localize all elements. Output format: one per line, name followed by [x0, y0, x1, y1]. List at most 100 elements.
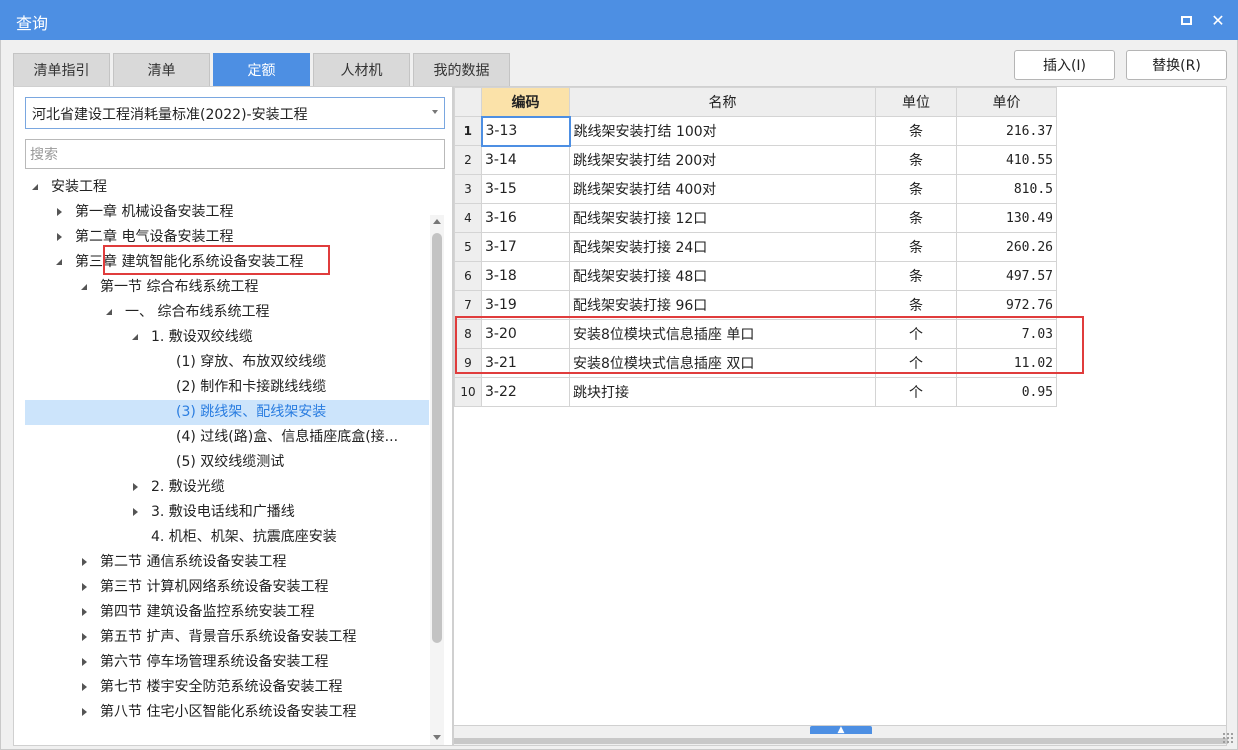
row-number[interactable]: 9	[454, 348, 482, 378]
unit-cell[interactable]: 条	[875, 145, 957, 175]
unit-cell[interactable]: 条	[875, 203, 957, 233]
tree-item[interactable]: 第二节 通信系统设备安装工程	[25, 550, 429, 575]
code-cell[interactable]: 3-19	[481, 290, 570, 320]
name-cell[interactable]: 安装8位模块式信息插座 双口	[569, 348, 876, 378]
search-input[interactable]	[25, 139, 445, 169]
unit-cell[interactable]: 条	[875, 232, 957, 262]
price-cell[interactable]: 410.55	[956, 145, 1057, 175]
row-number[interactable]: 5	[454, 232, 482, 262]
column-header-name[interactable]: 名称	[569, 87, 876, 117]
price-cell[interactable]: 11.02	[956, 348, 1057, 378]
tree-item[interactable]: 第三节 计算机网络系统设备安装工程	[25, 575, 429, 600]
unit-cell[interactable]: 个	[875, 377, 957, 407]
tab-my-data[interactable]: 我的数据	[413, 53, 510, 86]
row-number[interactable]: 6	[454, 261, 482, 291]
row-number[interactable]: 10	[454, 377, 482, 407]
price-cell[interactable]: 497.57	[956, 261, 1057, 291]
expand-right-icon[interactable]	[80, 600, 90, 625]
tree-scrollbar[interactable]	[430, 215, 444, 745]
close-icon[interactable]: ✕	[1208, 10, 1228, 30]
expand-right-icon[interactable]	[131, 500, 141, 525]
expand-down-icon[interactable]	[105, 300, 115, 325]
resize-grip-icon[interactable]	[1222, 732, 1234, 744]
tree-item[interactable]: 第四节 建筑设备监控系统安装工程	[25, 600, 429, 625]
table-row[interactable]: 7 3-19 配线架安装打接 96口条 972.76	[454, 290, 1057, 320]
row-number[interactable]: 4	[454, 203, 482, 233]
tree-item[interactable]: 1. 敷设双绞线缆	[25, 325, 429, 350]
unit-cell[interactable]: 个	[875, 348, 957, 378]
tree-item[interactable]: (2) 制作和卡接跳线线缆	[25, 375, 429, 400]
name-cell[interactable]: 配线架安装打接 12口	[569, 203, 876, 233]
tab-quota[interactable]: 定额	[213, 53, 310, 86]
name-cell[interactable]: 跳块打接	[569, 377, 876, 407]
expand-down-icon[interactable]	[31, 175, 41, 200]
expand-right-icon[interactable]	[55, 200, 65, 225]
name-cell[interactable]: 跳线架安装打结 200对	[569, 145, 876, 175]
tree-item[interactable]: 4. 机柜、机架、抗震底座安装	[25, 525, 429, 550]
expand-right-icon[interactable]	[80, 625, 90, 650]
code-cell[interactable]: 3-18	[481, 261, 570, 291]
code-cell[interactable]: 3-21	[481, 348, 570, 378]
tree-item[interactable]: 第一章 机械设备安装工程	[25, 200, 429, 225]
price-cell[interactable]: 130.49	[956, 203, 1057, 233]
tree-item[interactable]: 第一节 综合布线系统工程	[25, 275, 429, 300]
code-cell[interactable]: 3-13	[480, 115, 571, 147]
price-cell[interactable]: 7.03	[956, 319, 1057, 349]
collapse-handle-icon[interactable]: ▲	[810, 726, 872, 735]
tree-item[interactable]: 第八节 住宅小区智能化系统设备安装工程	[25, 700, 429, 725]
expand-down-icon[interactable]	[131, 325, 141, 350]
tree-item[interactable]: 2. 敷设光缆	[25, 475, 429, 500]
expand-right-icon[interactable]	[80, 650, 90, 675]
unit-cell[interactable]: 条	[875, 261, 957, 291]
name-cell[interactable]: 配线架安装打接 96口	[569, 290, 876, 320]
tree-item[interactable]: (3) 跳线架、配线架安装	[25, 400, 429, 425]
tree-item[interactable]: 第六节 停车场管理系统设备安装工程	[25, 650, 429, 675]
price-cell[interactable]: 260.26	[956, 232, 1057, 262]
code-cell[interactable]: 3-22	[481, 377, 570, 407]
table-horizontal-scrollbar[interactable]: ▲	[453, 726, 1228, 746]
tree-item[interactable]: 3. 敷设电话线和广播线	[25, 500, 429, 525]
price-cell[interactable]: 0.95	[956, 377, 1057, 407]
table-row[interactable]: 6 3-18 配线架安装打接 48口条 497.57	[454, 261, 1057, 291]
tree-item[interactable]: 第五节 扩声、背景音乐系统设备安装工程	[25, 625, 429, 650]
replace-button[interactable]: 替换(R)	[1126, 50, 1227, 80]
table-row[interactable]: 3 3-15 跳线架安装打结 400对条 810.5	[454, 174, 1057, 204]
tree-item[interactable]: (1) 穿放、布放双绞线缆	[25, 350, 429, 375]
code-cell[interactable]: 3-14	[481, 145, 570, 175]
expand-right-icon[interactable]	[80, 550, 90, 575]
column-header-code[interactable]: 编码	[481, 87, 570, 117]
name-cell[interactable]: 安装8位模块式信息插座 单口	[569, 319, 876, 349]
row-number[interactable]: 7	[454, 290, 482, 320]
scroll-down-icon[interactable]	[433, 735, 441, 740]
tab-labor-material-machine[interactable]: 人材机	[313, 53, 410, 86]
standard-select[interactable]: 河北省建设工程消耗量标准(2022)-安装工程	[25, 97, 445, 129]
column-header-unit[interactable]: 单位	[875, 87, 957, 117]
scroll-track[interactable]	[454, 738, 1228, 744]
price-cell[interactable]: 810.5	[956, 174, 1057, 204]
price-cell[interactable]: 216.37	[956, 116, 1057, 146]
row-number[interactable]: 2	[454, 145, 482, 175]
name-cell[interactable]: 跳线架安装打结 400对	[569, 174, 876, 204]
row-number[interactable]: 8	[454, 319, 482, 349]
unit-cell[interactable]: 条	[875, 174, 957, 204]
row-number[interactable]: 3	[454, 174, 482, 204]
name-cell[interactable]: 跳线架安装打结 100对	[569, 116, 876, 146]
expand-right-icon[interactable]	[80, 700, 90, 725]
tree-item[interactable]: (5) 双绞线缆测试	[25, 450, 429, 475]
name-cell[interactable]: 配线架安装打接 48口	[569, 261, 876, 291]
code-cell[interactable]: 3-16	[481, 203, 570, 233]
insert-button[interactable]: 插入(I)	[1014, 50, 1115, 80]
table-row[interactable]: 10 3-22 跳块打接个 0.95	[454, 377, 1057, 407]
table-row[interactable]: 5 3-17 配线架安装打接 24口条 260.26	[454, 232, 1057, 262]
column-header-price[interactable]: 单价	[956, 87, 1057, 117]
name-cell[interactable]: 配线架安装打接 24口	[569, 232, 876, 262]
table-row[interactable]: 2 3-14 跳线架安装打结 200对条 410.55	[454, 145, 1057, 175]
tree-item[interactable]: (4) 过线(路)盒、信息插座底盒(接...	[25, 425, 429, 450]
scroll-thumb[interactable]	[432, 233, 442, 643]
expand-down-icon[interactable]	[80, 275, 90, 300]
unit-cell[interactable]: 条	[875, 116, 957, 146]
expand-right-icon[interactable]	[80, 675, 90, 700]
unit-cell[interactable]: 个	[875, 319, 957, 349]
expand-right-icon[interactable]	[55, 225, 65, 250]
expand-right-icon[interactable]	[80, 575, 90, 600]
